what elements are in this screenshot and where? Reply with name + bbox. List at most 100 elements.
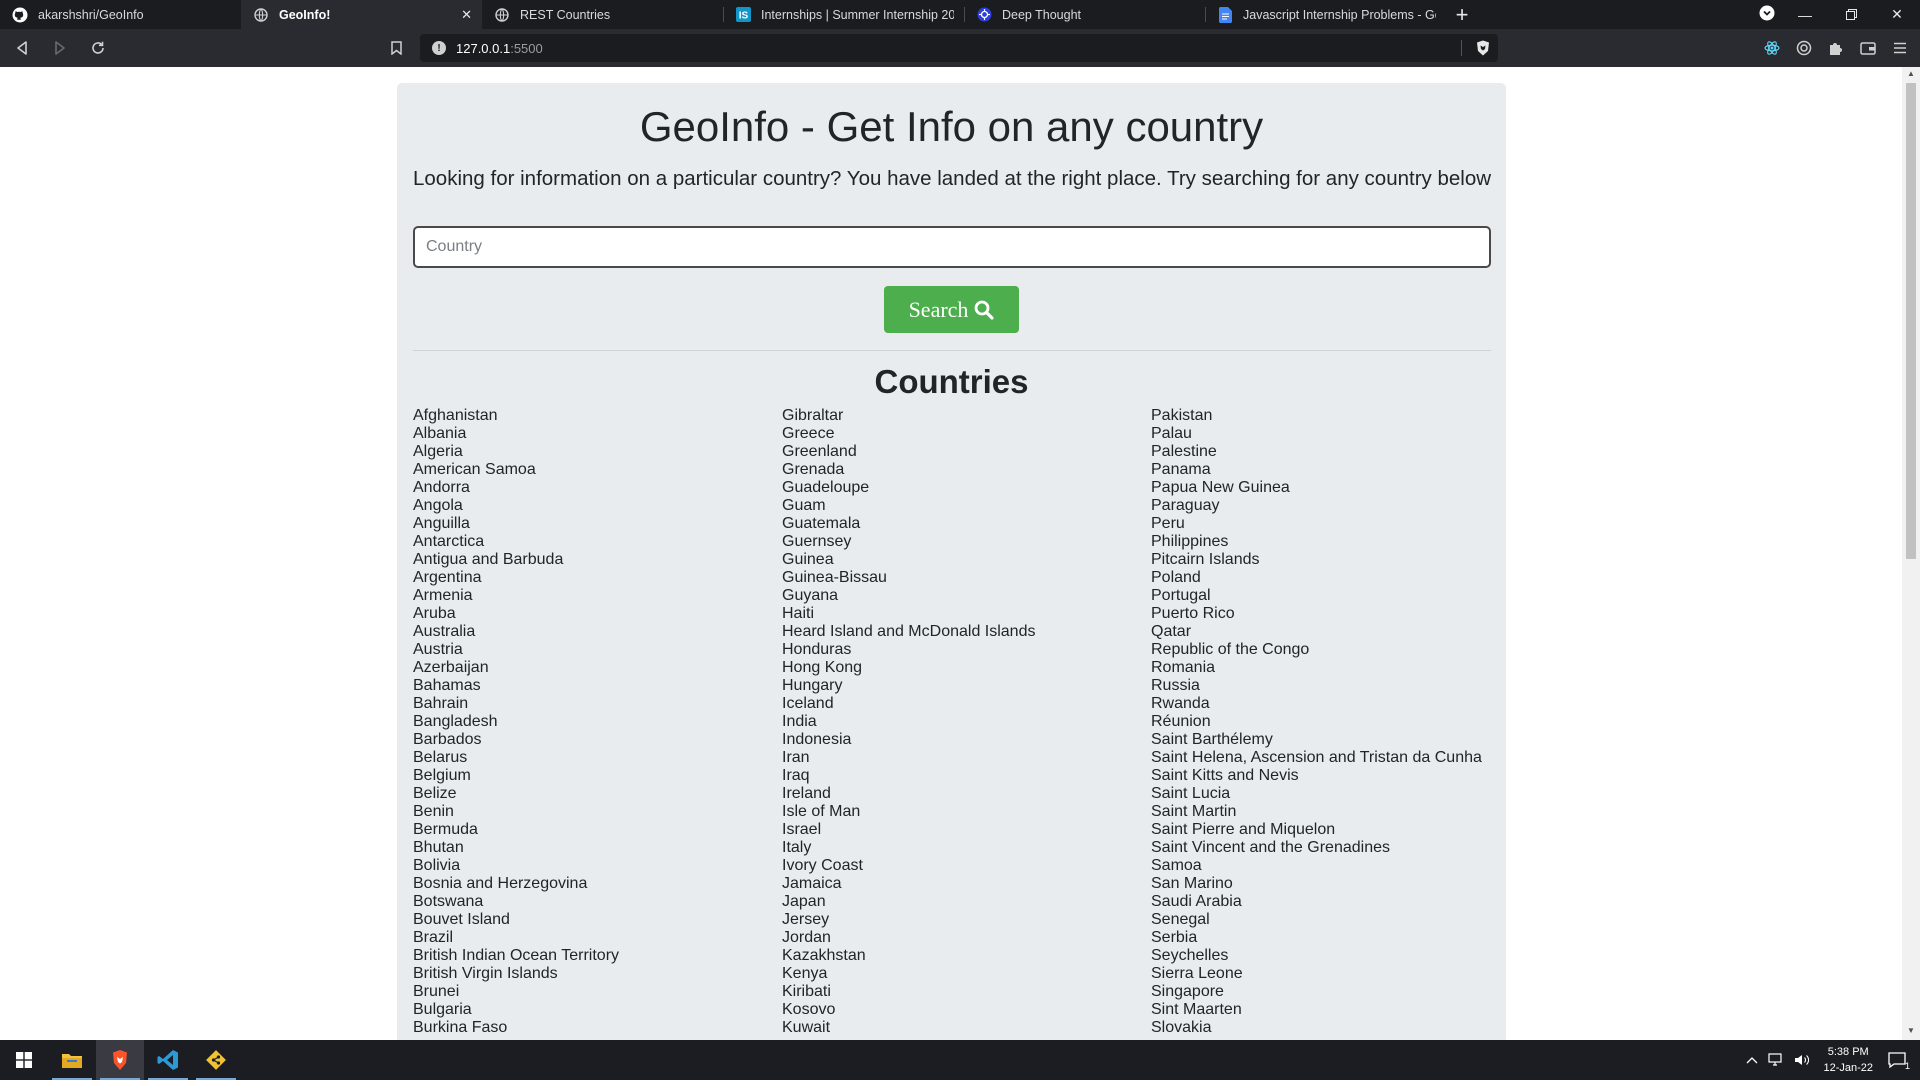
country-list-item: Saint Lucia — [1151, 785, 1231, 802]
country-list-item: Botswana — [413, 893, 484, 910]
notifications-icon[interactable]: 1 — [1888, 1052, 1910, 1071]
file-explorer-icon[interactable] — [48, 1040, 96, 1080]
country-search-input[interactable] — [413, 226, 1491, 268]
downloads-icon[interactable] — [1752, 5, 1782, 24]
extensions-area — [1762, 29, 1910, 67]
git-icon[interactable] — [192, 1040, 240, 1080]
wallet-icon[interactable] — [1858, 38, 1878, 58]
country-list-item: Greenland — [782, 443, 857, 460]
taskbar-clock[interactable]: 5:38 PM 12-Jan-22 — [1823, 1044, 1873, 1076]
country-list-item: Albania — [413, 425, 467, 442]
svg-text:IS: IS — [738, 11, 748, 22]
country-list-item: Sierra Leone — [1151, 965, 1243, 982]
close-window-icon[interactable]: ✕ — [1874, 6, 1920, 23]
globe-icon — [253, 7, 269, 23]
country-list-item: Belarus — [413, 749, 468, 766]
reload-button[interactable] — [82, 33, 114, 63]
country-list-item: Poland — [1151, 569, 1201, 586]
bookmark-icon — [390, 41, 402, 55]
country-list-item: Guinea-Bissau — [782, 569, 887, 586]
country-list-item: Kenya — [782, 965, 828, 982]
tab-title: Javascript Internship Problems - Goog — [1243, 7, 1436, 22]
countries-column-3: Pakistan Palau Palestine Panama Papua New Gu… — [1151, 407, 1482, 1037]
country-list-item: Anguilla — [413, 515, 470, 532]
minimize-icon[interactable]: — — [1782, 7, 1828, 23]
country-list-item: Saint Barthélemy — [1151, 731, 1273, 748]
tab-geoinfo[interactable]: GeoInfo! ✕ — [241, 0, 482, 29]
country-list-item: Brazil — [413, 929, 454, 946]
country-list-item: Hungary — [782, 677, 843, 694]
close-tab-icon[interactable]: ✕ — [461, 7, 472, 23]
country-list-item: Saint Martin — [1151, 803, 1237, 820]
system-tray: 5:38 PM 12-Jan-22 1 — [1741, 1040, 1920, 1080]
country-list-item: Jamaica — [782, 875, 842, 892]
country-list-item: Brunei — [413, 983, 460, 1000]
country-list-item: Iran — [782, 749, 810, 766]
google-docs-icon — [1217, 6, 1233, 23]
tab-rest-countries[interactable]: REST Countries — [482, 0, 723, 29]
country-list-item: Italy — [782, 839, 812, 856]
search-icon — [975, 300, 995, 320]
tab-title: REST Countries — [520, 7, 611, 22]
country-list-item: Benin — [413, 803, 454, 820]
country-list-item: Hong Kong — [782, 659, 863, 676]
network-icon[interactable] — [1768, 1053, 1784, 1067]
country-list-item: Australia — [413, 623, 476, 640]
deep-thought-icon — [976, 7, 992, 23]
extensions-puzzle-icon[interactable] — [1826, 38, 1846, 58]
country-list-item: Guernsey — [782, 533, 852, 550]
target-extension-icon[interactable] — [1794, 38, 1814, 58]
search-button[interactable]: Search — [884, 286, 1019, 333]
country-list-item: Isle of Man — [782, 803, 861, 820]
new-tab-button[interactable]: + — [1446, 0, 1478, 29]
vscode-icon[interactable] — [144, 1040, 192, 1080]
country-list-item: Qatar — [1151, 623, 1192, 640]
country-list-item: India — [782, 713, 817, 730]
countries-column-2: Gibraltar Greece Greenland Grenada Guadeloup… — [782, 407, 1035, 1037]
country-list-item: Grenada — [782, 461, 845, 478]
country-list-item: Peru — [1151, 515, 1185, 532]
search-button-label: Search — [908, 296, 969, 322]
country-list-item: Kazakhstan — [782, 947, 866, 964]
page-scrollbar[interactable]: ▲ ▼ — [1902, 67, 1920, 1040]
back-button[interactable] — [6, 33, 38, 63]
country-list-item: Barbados — [413, 731, 482, 748]
forward-button[interactable] — [44, 33, 76, 63]
brave-browser-icon[interactable] — [96, 1040, 144, 1080]
tab-github-geoinfo[interactable]: akarshshri/GeoInfo — [0, 0, 241, 29]
country-list-item: Bouvet Island — [413, 911, 510, 928]
country-list-item: Jersey — [782, 911, 830, 928]
tab-internshala[interactable]: IS Internships | Summer Internship 2022 — [723, 0, 964, 29]
scroll-up-icon[interactable]: ▲ — [1902, 69, 1920, 83]
browser-toolbar: ! 127.0.0.1:5500 — [0, 29, 1920, 67]
country-list-item: Aruba — [413, 605, 456, 622]
country-list-item: Haiti — [782, 605, 815, 622]
country-list-item: Bulgaria — [413, 1001, 472, 1018]
address-bar[interactable]: ! 127.0.0.1:5500 — [420, 34, 1498, 62]
country-list-item: Bangladesh — [413, 713, 498, 730]
country-list-item: Guinea — [782, 551, 834, 568]
tab-deep-thought[interactable]: Deep Thought — [964, 0, 1205, 29]
menu-icon[interactable] — [1890, 38, 1910, 58]
site-info-icon[interactable]: ! — [432, 41, 446, 55]
volume-icon[interactable] — [1794, 1053, 1810, 1067]
country-list-item: Ivory Coast — [782, 857, 863, 874]
bookmark-button[interactable] — [386, 38, 406, 58]
react-devtools-icon[interactable] — [1762, 38, 1782, 58]
country-list-item: Pitcairn Islands — [1151, 551, 1260, 568]
scrollbar-thumb[interactable] — [1906, 83, 1916, 559]
country-list-item: Guyana — [782, 587, 839, 604]
country-list-item: Afghanistan — [413, 407, 498, 424]
scroll-down-icon[interactable]: ▼ — [1902, 1026, 1920, 1040]
country-list-item: Burkina Faso — [413, 1019, 508, 1036]
brave-shields-icon[interactable] — [1476, 40, 1490, 59]
page-viewport: GeoInfo - Get Info on any country Lookin… — [0, 67, 1920, 1040]
chevron-up-icon[interactable] — [1746, 1056, 1758, 1064]
country-list-item: Guadeloupe — [782, 479, 870, 496]
tab-google-docs[interactable]: Javascript Internship Problems - Goog — [1205, 0, 1446, 29]
country-list-item: Sint Maarten — [1151, 1001, 1242, 1018]
restore-icon[interactable] — [1828, 7, 1874, 23]
country-list-item: Palau — [1151, 425, 1192, 442]
windows-start-icon[interactable] — [0, 1040, 48, 1080]
country-list-item: Indonesia — [782, 731, 852, 748]
